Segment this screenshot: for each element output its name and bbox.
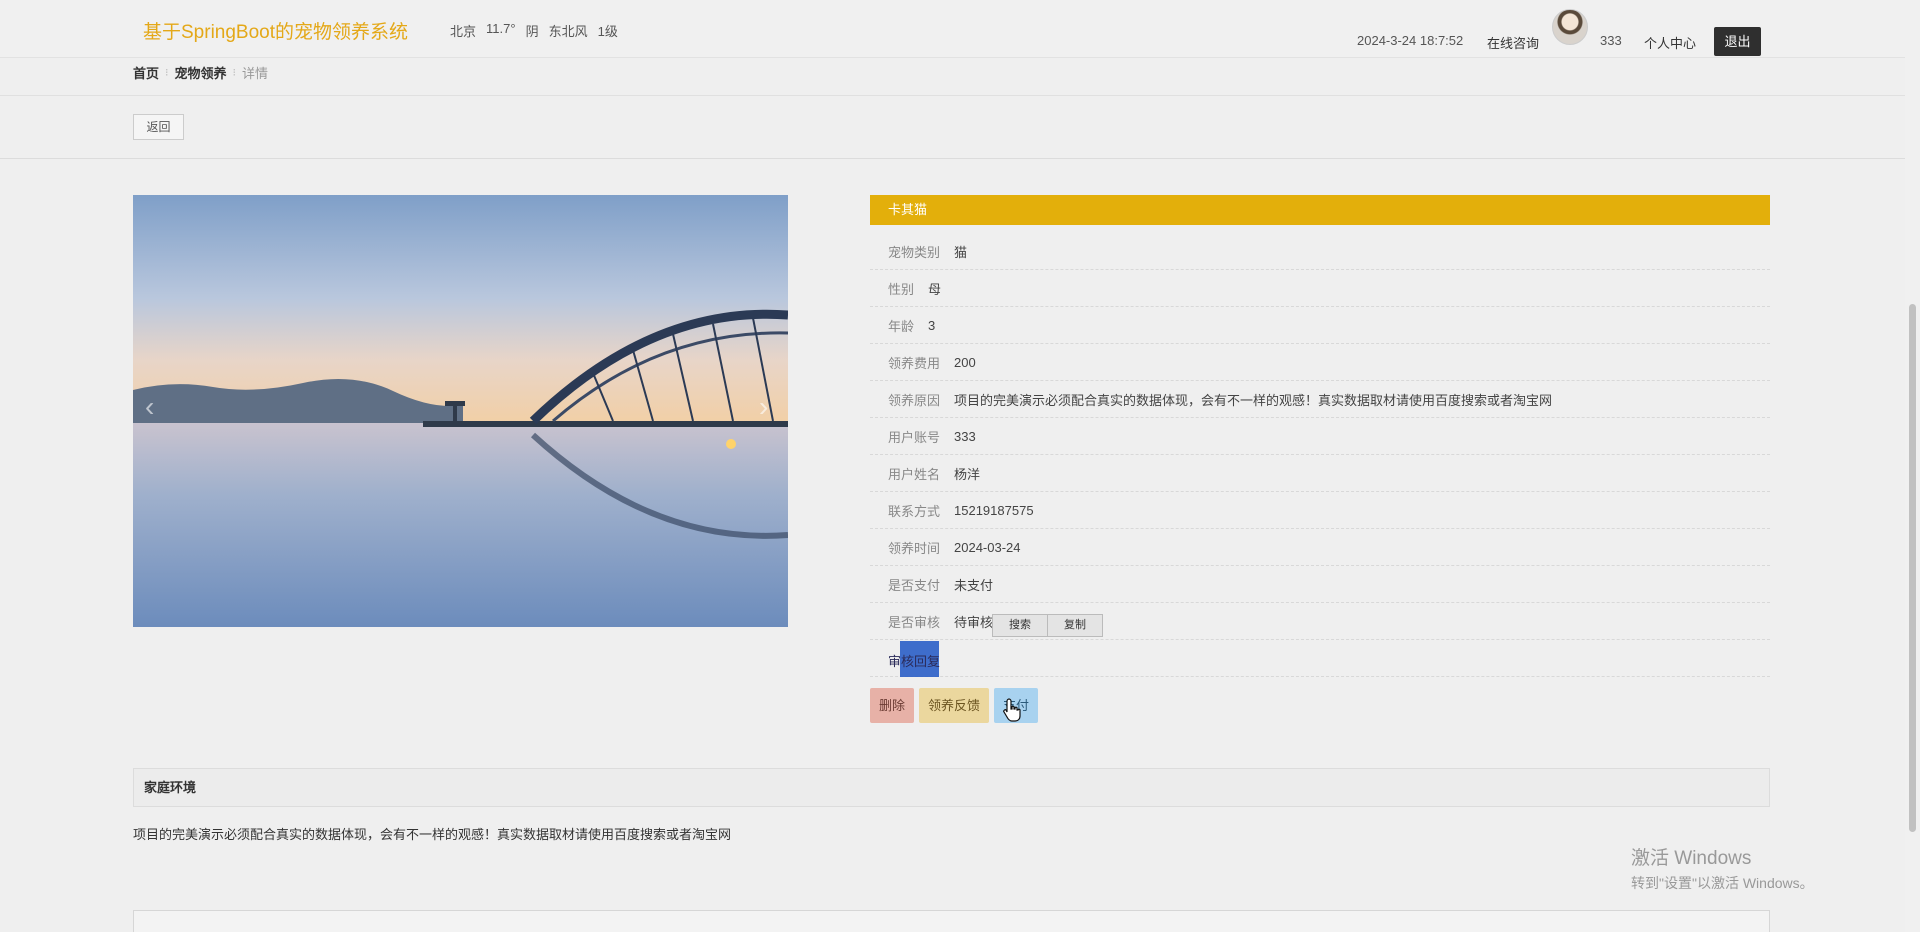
detail-label: 年龄: [888, 318, 915, 334]
detail-row-category: 宠物类别 猫: [870, 233, 1770, 270]
detail-value: 母: [928, 281, 942, 297]
detail-row-age: 年龄 3: [870, 307, 1770, 344]
detail-label: 是否支付: [888, 577, 941, 593]
detail-row-fee: 领养费用 200: [870, 344, 1770, 381]
watermark-line1: 激活 Windows: [1631, 848, 1752, 869]
text-selection-menu: 搜索 复制: [992, 614, 1103, 637]
weather-temperature: 11.7°: [486, 21, 516, 36]
detail-label: 领养费用: [888, 355, 941, 371]
breadcrumb-home[interactable]: 首页: [133, 63, 159, 82]
carousel-next-icon[interactable]: ›: [759, 391, 768, 423]
personal-center-link[interactable]: 个人中心: [1644, 33, 1696, 52]
delete-button[interactable]: 删除: [870, 688, 915, 723]
breadcrumb-current: 详情: [242, 66, 269, 81]
watermark-line2: 转到"设置"以激活 Windows。: [1631, 875, 1814, 891]
detail-value: 未支付: [954, 577, 994, 593]
weather-city: 北京: [450, 24, 477, 39]
site-title[interactable]: 基于SpringBoot的宠物领养系统: [143, 17, 408, 44]
detail-label: 宠物类别: [888, 244, 941, 260]
breadcrumb: 首页 ⁝ 宠物领养 ⁝ 详情: [133, 63, 268, 82]
detail-value: 猫: [954, 244, 968, 260]
detail-row-reason: 领养原因 项目的完美演示必须配合真实的数据体现，会有不一样的观感！真实数据取材请…: [870, 381, 1770, 418]
pet-name-header: 卡其猫: [870, 195, 1770, 225]
home-environment-title: 家庭环境: [133, 768, 1770, 807]
review-reply-label: 审核回复: [888, 654, 941, 669]
weather-condition: 阴: [525, 24, 539, 39]
logout-button[interactable]: 退出: [1714, 27, 1761, 56]
detail-value: 待审核: [954, 614, 994, 630]
detail-value: 15219187575: [954, 502, 1034, 518]
detail-row-paid: 是否支付 未支付: [870, 566, 1770, 603]
detail-label: 领养时间: [888, 540, 941, 556]
detail-row-review-reply: [870, 640, 1770, 677]
current-datetime: 2024-3-24 18:7:52: [1357, 33, 1464, 48]
avatar[interactable]: [1552, 9, 1588, 45]
top-header: 基于SpringBoot的宠物领养系统 北京 11.7° 阴 东北风 1级 20…: [0, 0, 1905, 58]
weather-level: 1级: [597, 24, 618, 39]
pet-image: [133, 195, 788, 627]
username: 333: [1600, 33, 1622, 48]
detail-label: 联系方式: [888, 503, 941, 519]
toolbar-band: [0, 95, 1905, 159]
detail-row-name: 用户姓名 杨洋: [870, 455, 1770, 492]
detail-value: 3: [928, 317, 936, 333]
detail-row-adopt-time: 领养时间 2024-03-24: [870, 529, 1770, 566]
detail-row-account: 用户账号 333: [870, 418, 1770, 455]
detail-value: 杨洋: [954, 466, 981, 482]
detail-value: 2024-03-24: [954, 539, 1021, 555]
detail-label: 用户姓名: [888, 466, 941, 482]
hand-cursor-icon: [1003, 698, 1021, 722]
home-environment-content: 项目的完美演示必须配合真实的数据体现，会有不一样的观感！真实数据取材请使用百度搜…: [133, 827, 732, 842]
search-menu-item[interactable]: 搜索: [993, 615, 1047, 636]
detail-label: 领养原因: [888, 392, 941, 408]
comments-section: [133, 910, 1770, 932]
detail-row-contact: 联系方式 15219187575: [870, 492, 1770, 529]
vertical-scrollbar[interactable]: [1905, 0, 1920, 932]
pet-image-carousel[interactable]: ‹ ›: [133, 195, 788, 627]
weather-info: 北京 11.7° 阴 东北风 1级: [450, 21, 618, 40]
back-button[interactable]: 返回: [133, 114, 184, 140]
breadcrumb-separator: ⁝: [165, 67, 169, 79]
detail-row-gender: 性别 母: [870, 270, 1770, 307]
breadcrumb-pet-adoption[interactable]: 宠物领养: [175, 63, 227, 82]
detail-label: 性别: [888, 281, 915, 297]
detail-value: 200: [954, 354, 976, 370]
carousel-prev-icon[interactable]: ‹: [145, 391, 154, 423]
detail-value: 项目的完美演示必须配合真实的数据体现，会有不一样的观感！真实数据取材请使用百度搜…: [954, 392, 1553, 408]
weather-wind: 东北风: [548, 24, 588, 39]
online-consult-link[interactable]: 在线咨询: [1487, 33, 1539, 52]
activation-watermark: 激活 Windows 转到"设置"以激活 Windows。: [1631, 843, 1814, 893]
copy-menu-item[interactable]: 复制: [1047, 615, 1102, 636]
detail-label: 是否审核: [888, 614, 941, 630]
adoption-feedback-button[interactable]: 领养反馈: [919, 688, 990, 723]
detail-label: 用户账号: [888, 429, 941, 445]
scrollbar-thumb[interactable]: [1909, 304, 1916, 832]
breadcrumb-separator: ⁝: [232, 67, 237, 79]
detail-value: 333: [954, 428, 976, 444]
